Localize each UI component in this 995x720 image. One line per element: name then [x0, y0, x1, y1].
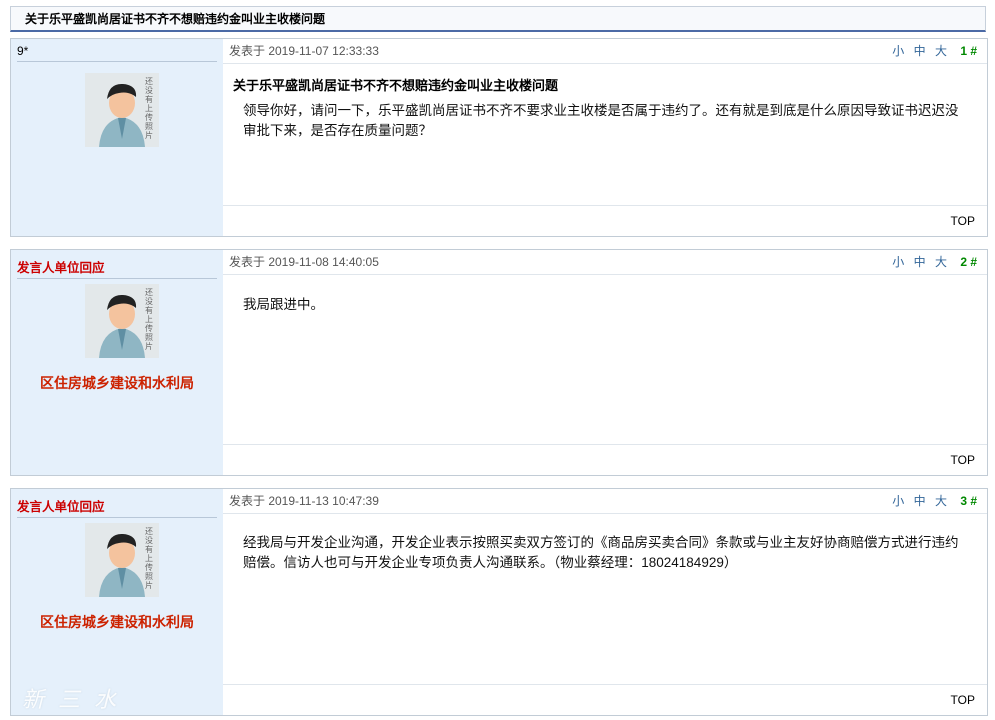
poster-name[interactable]: 发言人单位回应 [17, 499, 217, 518]
poster-sidebar: 9* 还没有上传照片 [11, 39, 223, 236]
post-body: 我局跟进中。 [243, 297, 324, 312]
font-large-link[interactable]: 大 [935, 255, 947, 269]
font-large-link[interactable]: 大 [935, 44, 947, 58]
post-meta: 发表于 2019-11-08 14:40:05 小 中 大 2 # [223, 250, 987, 275]
post-meta: 发表于 2019-11-07 12:33:33 小 中 大 1 # [223, 39, 987, 64]
floor-number: 1 # [960, 44, 977, 58]
font-size-controls: 小 中 大 1 # [886, 39, 977, 63]
avatar-caption: 还没有上传照片 [145, 527, 153, 590]
avatar: 还没有上传照片 [85, 284, 159, 358]
font-size-controls: 小 中 大 3 # [886, 489, 977, 513]
post-content: 发表于 2019-11-13 10:47:39 小 中 大 3 # 经我局与开发… [223, 489, 987, 715]
top-link[interactable]: TOP [951, 453, 975, 467]
department-name: 区住房城乡建设和水利局 [40, 375, 194, 391]
post-footer: TOP [223, 205, 987, 236]
site-watermark: 新三水 [22, 688, 131, 713]
floor-number: 2 # [960, 255, 977, 269]
post-3: 发言人单位回应 还没有上传照片 区住房城乡建设和水利局 发表于 2019-11-… [10, 488, 988, 716]
post-date: 发表于 2019-11-13 10:47:39 [229, 494, 379, 508]
avatar: 还没有上传照片 [85, 73, 159, 147]
post-1: 9* 还没有上传照片 发表于 2019-11-07 12:33:33 小 中 大… [10, 38, 988, 237]
post-2: 发言人单位回应 还没有上传照片 区住房城乡建设和水利局 发表于 2019-11-… [10, 249, 988, 476]
font-small-link[interactable]: 小 [892, 44, 904, 58]
post-date: 发表于 2019-11-07 12:33:33 [229, 44, 379, 58]
font-small-link[interactable]: 小 [892, 255, 904, 269]
avatar: 还没有上传照片 [85, 523, 159, 597]
post-body: 经我局与开发企业沟通，开发企业表示按照买卖双方签订的《商品房买卖合同》条款或与业… [243, 535, 959, 570]
post-content: 发表于 2019-11-08 14:40:05 小 中 大 2 # 我局跟进中。… [223, 250, 987, 475]
font-small-link[interactable]: 小 [892, 494, 904, 508]
font-medium-link[interactable]: 中 [914, 255, 926, 269]
post-footer: TOP [223, 444, 987, 475]
post-date: 发表于 2019-11-08 14:40:05 [229, 255, 379, 269]
font-large-link[interactable]: 大 [935, 494, 947, 508]
font-medium-link[interactable]: 中 [914, 494, 926, 508]
font-medium-link[interactable]: 中 [914, 44, 926, 58]
post-meta: 发表于 2019-11-13 10:47:39 小 中 大 3 # [223, 489, 987, 514]
post-body: 领导你好，请问一下，乐平盛凯尚居证书不齐不要求业主收楼是否属于违约了。还有就是到… [243, 103, 959, 138]
post-footer: TOP [223, 684, 987, 715]
thread-title: 关于乐平盛凯尚居证书不齐不想赔违约金叫业主收楼问题 [10, 6, 986, 32]
top-link[interactable]: TOP [951, 693, 975, 707]
poster-sidebar: 发言人单位回应 还没有上传照片 区住房城乡建设和水利局 [11, 250, 223, 475]
top-link[interactable]: TOP [951, 214, 975, 228]
post-content: 发表于 2019-11-07 12:33:33 小 中 大 1 # 关于乐平盛凯… [223, 39, 987, 236]
avatar-caption: 还没有上传照片 [145, 288, 153, 351]
font-size-controls: 小 中 大 2 # [886, 250, 977, 274]
department-name: 区住房城乡建设和水利局 [40, 614, 194, 630]
floor-number: 3 # [960, 494, 977, 508]
poster-name[interactable]: 9* [17, 43, 217, 62]
avatar-caption: 还没有上传照片 [145, 77, 153, 140]
post-title: 关于乐平盛凯尚居证书不齐不想赔违约金叫业主收楼问题 [233, 78, 559, 93]
poster-name[interactable]: 发言人单位回应 [17, 260, 217, 279]
